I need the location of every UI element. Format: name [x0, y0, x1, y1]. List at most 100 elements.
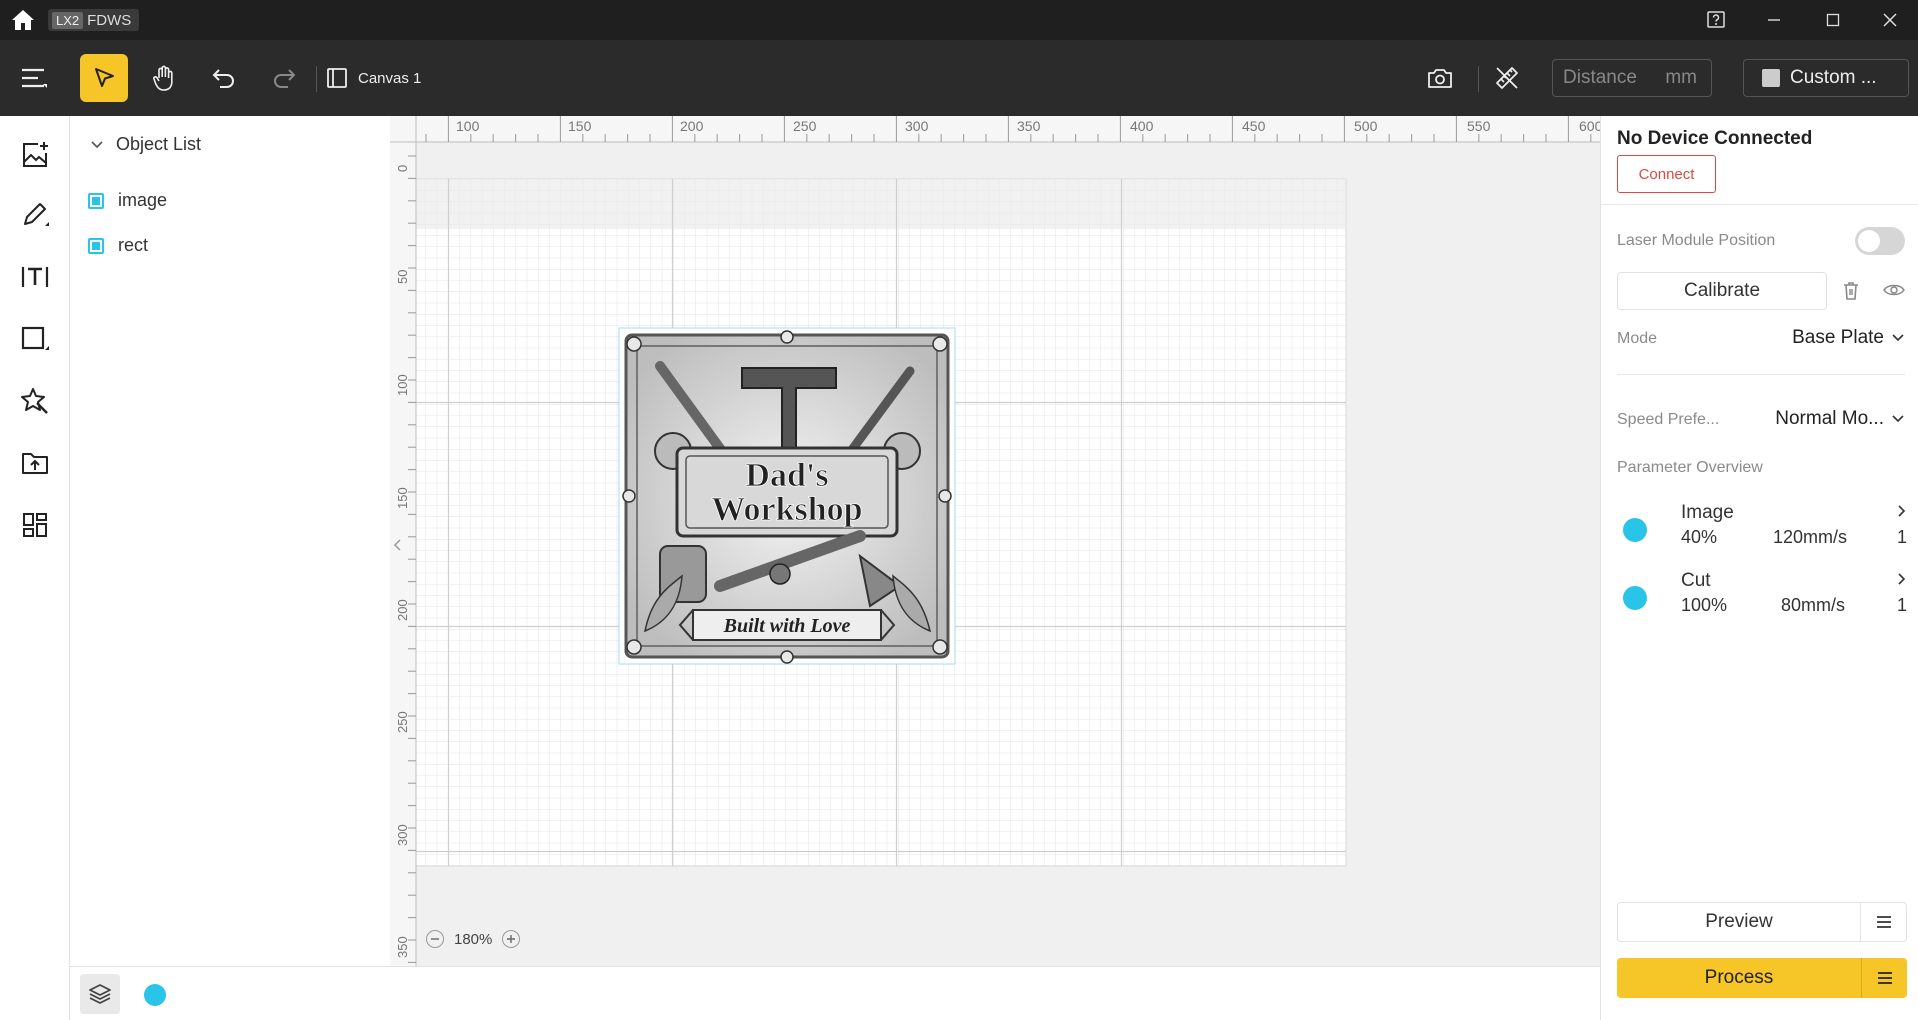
zoom-control: 180%: [426, 928, 521, 950]
zoom-in-button[interactable]: [502, 930, 521, 948]
undo-button[interactable]: [200, 54, 248, 102]
toolbar-divider: [316, 66, 317, 92]
layers-button[interactable]: [80, 974, 120, 1014]
image-object-icon: [88, 192, 104, 209]
object-item-label: image: [118, 190, 168, 210]
main-menu-button[interactable]: [10, 54, 58, 102]
folder-upload-icon: [22, 453, 48, 474]
distance-input[interactable]: Distance mm: [1552, 59, 1712, 97]
maximize-button[interactable]: [1820, 7, 1846, 33]
measure-button[interactable]: [1483, 54, 1531, 102]
ruler-icon: [1496, 67, 1518, 89]
unusable-strip: [416, 179, 1346, 229]
ruler-label-x: 200: [680, 118, 704, 134]
grid-icon: [23, 513, 47, 537]
preview-button[interactable]: Preview: [1618, 903, 1860, 941]
app-window: LX2 FDWS Canvas 1 Distance mm Custom ...…: [0, 0, 1918, 1020]
layer-color-swatch[interactable]: [144, 984, 166, 1006]
material-swatch-icon: [1762, 69, 1780, 87]
speed-select[interactable]: Normal Mo...: [1775, 408, 1904, 430]
process-options-button[interactable]: [1861, 958, 1907, 998]
ruler-label-y: 0: [395, 165, 410, 172]
undo-icon: [212, 69, 234, 88]
ruler-label-x: 350: [1017, 118, 1041, 134]
shape-tool-button[interactable]: [20, 324, 50, 354]
divider: [1601, 204, 1918, 205]
parameter-speed: 120mm/s: [1773, 527, 1848, 547]
ruler-label-y: 100: [395, 374, 410, 396]
parameter-name: Cut: [1681, 570, 1711, 591]
laser-position-toggle[interactable]: [1855, 227, 1905, 255]
templates-button[interactable]: [20, 510, 50, 540]
chevron-right-icon: [1898, 573, 1906, 585]
parameter-row-cut[interactable]: Cut 100% 80mm/s 1: [1617, 570, 1907, 626]
camera-icon: [1428, 69, 1452, 88]
material-label: Custom ...: [1790, 67, 1877, 88]
object-list-title: Object List: [116, 134, 202, 154]
connect-button[interactable]: Connect: [1617, 155, 1716, 193]
device-status: No Device Connected: [1617, 128, 1813, 149]
minimize-button[interactable]: [1761, 7, 1787, 33]
canvas-tab[interactable]: Canvas 1: [326, 64, 421, 92]
laser-position-label: Laser Module Position: [1617, 232, 1776, 249]
speed-value: Normal Mo...: [1775, 408, 1884, 429]
home-icon[interactable]: [10, 8, 36, 32]
text-tool-button[interactable]: [20, 262, 50, 292]
parameter-passes: 1: [1896, 527, 1907, 547]
speed-label: Speed Prefe...: [1617, 411, 1720, 428]
hand-icon: [153, 65, 173, 91]
calibrate-button[interactable]: Calibrate: [1617, 272, 1827, 310]
pen-tool-button[interactable]: [20, 200, 50, 230]
bottom-bar: [70, 966, 1600, 1020]
workshop-image[interactable]: Dad's Workshop Built with Love: [618, 327, 956, 665]
app-tag: LX2: [52, 11, 84, 29]
artwork-title-line2: Workshop: [711, 491, 862, 528]
zoom-out-button[interactable]: [426, 930, 444, 948]
mode-select[interactable]: Base Plate: [1792, 327, 1904, 349]
import-button[interactable]: [20, 448, 50, 478]
cursor-icon: [95, 68, 114, 87]
trash-icon[interactable]: [1841, 280, 1861, 307]
preview-options-button[interactable]: [1860, 903, 1906, 941]
square-icon: [21, 326, 49, 350]
process-control: Process: [1617, 958, 1907, 998]
camera-button[interactable]: [1416, 54, 1464, 102]
parameter-row-image[interactable]: Image 40% 120mm/s 1: [1617, 502, 1907, 558]
object-item-rect[interactable]: rect: [88, 235, 148, 256]
layers-icon: [89, 984, 111, 1004]
magic-shape-icon: [21, 388, 48, 414]
effects-tool-button[interactable]: [20, 386, 50, 416]
object-item-image[interactable]: image: [88, 190, 167, 211]
parameter-passes: 1: [1896, 595, 1907, 615]
menu-icon: [1876, 916, 1891, 928]
redo-button[interactable]: [260, 54, 308, 102]
parameter-power: 40%: [1681, 527, 1718, 547]
mode-value: Base Plate: [1792, 327, 1884, 348]
menu-icon: [1877, 972, 1892, 984]
object-list-header[interactable]: Object List: [90, 134, 201, 155]
material-selector[interactable]: Custom ...: [1743, 59, 1909, 97]
divider: [1617, 374, 1905, 375]
mode-label: Mode: [1617, 330, 1658, 347]
eye-icon[interactable]: [1883, 282, 1905, 303]
add-image-button[interactable]: [20, 140, 50, 170]
ruler-label-y: 150: [395, 487, 410, 509]
object-list-panel: Object List image rect: [70, 116, 390, 966]
artwork-title-line1: Dad's: [745, 457, 828, 494]
canvas-area[interactable]: 100 150 200 250 300 350 400 450 500 550 …: [390, 116, 1600, 966]
distance-placeholder: Distance: [1563, 67, 1637, 88]
select-tool-button[interactable]: [80, 54, 128, 102]
ruler-label-x: 600: [1579, 118, 1600, 134]
object-item-label: rect: [118, 235, 149, 255]
pan-tool-button[interactable]: [140, 54, 188, 102]
add-image-icon: [23, 142, 48, 167]
process-button[interactable]: Process: [1617, 958, 1861, 998]
help-icon[interactable]: [1703, 7, 1729, 33]
layer-color-dot: [1623, 518, 1647, 542]
ruler-label-x: 300: [905, 118, 929, 134]
ruler-label-x: 150: [568, 118, 592, 134]
close-button[interactable]: [1877, 7, 1903, 33]
canvas-tab-label: Canvas 1: [358, 69, 422, 87]
redo-icon: [274, 69, 296, 88]
text-icon: [21, 267, 49, 287]
